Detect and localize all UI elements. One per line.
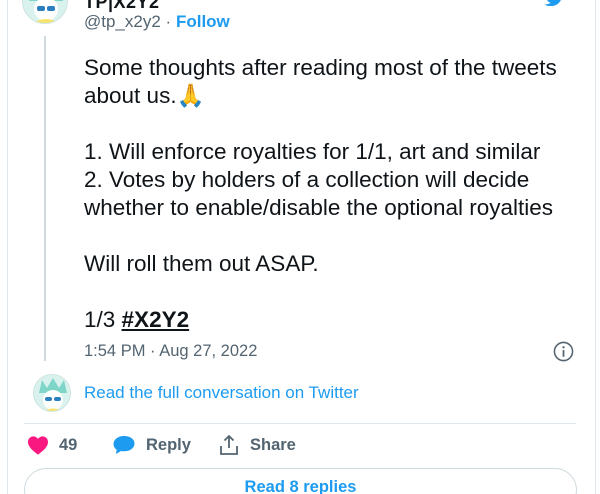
share-icon [220, 435, 238, 455]
card-border-left [7, 0, 8, 494]
author-handle-row: @tp_x2y2 · Follow [84, 12, 230, 32]
card-border-right [595, 0, 596, 494]
reply-button[interactable]: Reply [112, 434, 191, 456]
read-replies-button[interactable]: Read 8 replies [24, 468, 577, 494]
hashtag-link[interactable]: #X2Y2 [122, 307, 190, 332]
tweet-point-2: 2. Votes by holders of a collection will… [84, 167, 554, 220]
tweet-thread-marker: 1/3 #X2Y2 [84, 306, 584, 334]
like-count: 49 [59, 435, 78, 454]
author-avatar[interactable] [22, 0, 68, 24]
twitter-bird-icon[interactable] [544, 0, 566, 6]
tweet-intro: Some thoughts after reading most of the … [84, 55, 557, 108]
conversation-avatar[interactable] [33, 374, 71, 412]
reply-label: Reply [146, 435, 191, 454]
tweet-point-1: 1. Will enforce royalties for 1/1, art a… [84, 139, 541, 164]
actions-divider [24, 423, 576, 424]
share-label: Share [250, 435, 296, 454]
tweet-timestamp[interactable]: 1:54 PM · Aug 27, 2022 [84, 342, 257, 361]
tweet-rollout: Will roll them out ASAP. [84, 251, 319, 276]
read-full-conversation-link[interactable]: Read the full conversation on Twitter [84, 383, 359, 403]
author-handle[interactable]: @tp_x2y2 [84, 12, 161, 31]
reply-bubble-icon [113, 436, 135, 454]
tweet-intro-line: Some thoughts after reading most of the … [84, 54, 584, 110]
heart-icon [28, 436, 48, 455]
thread-count: 1/3 [84, 307, 116, 332]
thread-connector-line [44, 36, 46, 361]
share-button[interactable]: Share [218, 434, 296, 456]
follow-button[interactable]: Follow [176, 12, 230, 31]
tweet-body: Some thoughts after reading most of the … [84, 54, 584, 334]
info-icon[interactable] [553, 341, 574, 362]
handle-separator: · [165, 12, 172, 31]
like-button[interactable]: 49 [27, 434, 77, 456]
folded-hands-emoji: 🙏 [176, 83, 205, 108]
